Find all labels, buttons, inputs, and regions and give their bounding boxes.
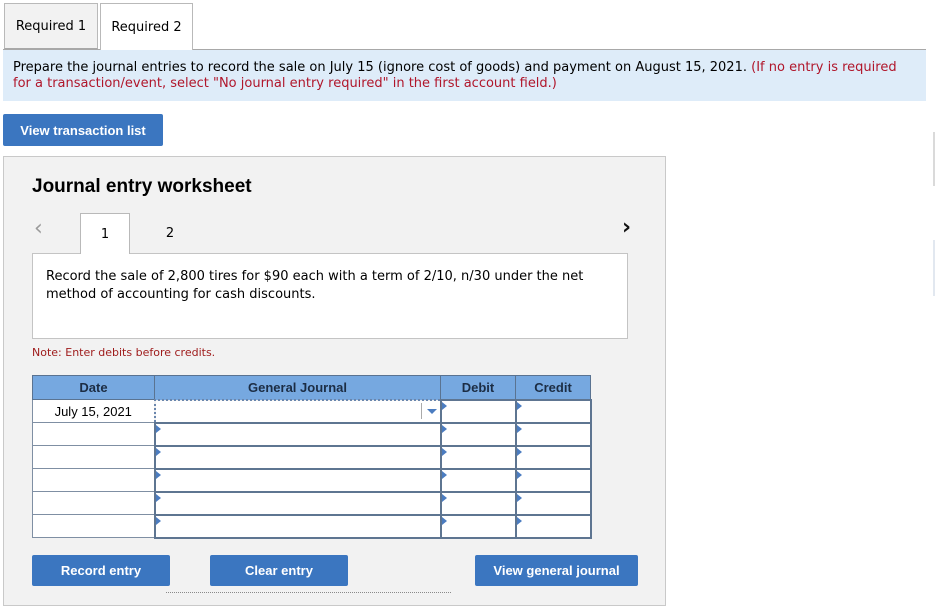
input-marker-icon (516, 516, 522, 525)
table-row (32, 513, 592, 539)
input-marker-icon (441, 516, 447, 525)
input-marker-icon (155, 470, 161, 479)
input-marker-icon (155, 447, 161, 456)
input-marker-icon (516, 447, 522, 456)
date-cell[interactable] (32, 514, 155, 538)
credit-field[interactable] (514, 444, 592, 470)
journal-table: Date General Journal Debit Credit July 1… (32, 375, 592, 539)
scrollbar-fragment (933, 240, 935, 296)
header-debit: Debit (440, 375, 516, 400)
scrollbar-fragment (933, 132, 935, 186)
input-marker-icon (441, 401, 447, 410)
instruction-text: Prepare the journal entries to record th… (13, 60, 747, 75)
worksheet-page-tab-1[interactable]: 1 (80, 213, 130, 254)
debit-field[interactable] (439, 490, 517, 516)
credit-field[interactable] (514, 490, 592, 516)
credit-field[interactable] (514, 398, 592, 424)
view-transaction-list-button[interactable]: View transaction list (3, 114, 163, 146)
chevron-left-icon[interactable]: ‹ (34, 216, 43, 241)
account-field[interactable] (153, 490, 442, 516)
input-marker-icon (441, 447, 447, 456)
table-row (32, 467, 592, 493)
debit-field[interactable] (439, 398, 517, 424)
instruction-box: Prepare the journal entries to record th… (3, 50, 926, 101)
input-marker-icon (441, 493, 447, 502)
input-marker-icon (516, 401, 522, 410)
account-field[interactable] (153, 513, 442, 539)
debits-note: Note: Enter debits before credits. (32, 346, 216, 359)
transaction-description: Record the sale of 2,800 tires for $90 e… (32, 253, 628, 339)
date-cell[interactable] (32, 422, 155, 446)
input-marker-icon (516, 470, 522, 479)
header-general-journal: General Journal (154, 375, 441, 400)
account-field[interactable] (153, 444, 442, 470)
header-credit: Credit (515, 375, 591, 400)
date-cell[interactable] (32, 468, 155, 492)
worksheet-page-tab-2[interactable]: 2 (145, 213, 195, 254)
debit-field[interactable] (439, 421, 517, 447)
dropdown-arrow-icon[interactable] (420, 402, 440, 419)
chevron-right-icon[interactable]: › (622, 215, 631, 240)
debit-field[interactable] (439, 444, 517, 470)
account-field[interactable] (153, 421, 442, 447)
credit-field[interactable] (514, 467, 592, 493)
input-marker-icon (441, 424, 447, 433)
date-cell[interactable] (32, 445, 155, 469)
input-marker-icon (516, 424, 522, 433)
input-marker-icon (155, 424, 161, 433)
date-cell[interactable] (32, 491, 155, 515)
record-entry-button[interactable]: Record entry (32, 555, 170, 586)
input-marker-icon (155, 493, 161, 502)
table-row: July 15, 2021 (32, 398, 592, 424)
debit-field[interactable] (439, 513, 517, 539)
table-row (32, 444, 592, 470)
table-row (32, 421, 592, 447)
header-date: Date (32, 375, 155, 400)
tab-required-1[interactable]: Required 1 (4, 3, 98, 49)
account-field[interactable] (153, 467, 442, 493)
debit-field[interactable] (439, 467, 517, 493)
tab-required-2[interactable]: Required 2 (100, 3, 193, 50)
clear-entry-button[interactable]: Clear entry (210, 555, 348, 586)
credit-field[interactable] (514, 513, 592, 539)
date-cell[interactable]: July 15, 2021 (32, 399, 155, 423)
input-marker-icon (155, 516, 161, 525)
input-marker-icon (516, 493, 522, 502)
view-general-journal-button[interactable]: View general journal (475, 555, 638, 586)
table-row (32, 490, 592, 516)
input-marker-icon (441, 470, 447, 479)
account-field[interactable] (153, 398, 442, 424)
credit-field[interactable] (514, 421, 592, 447)
worksheet-title: Journal entry worksheet (32, 176, 252, 197)
